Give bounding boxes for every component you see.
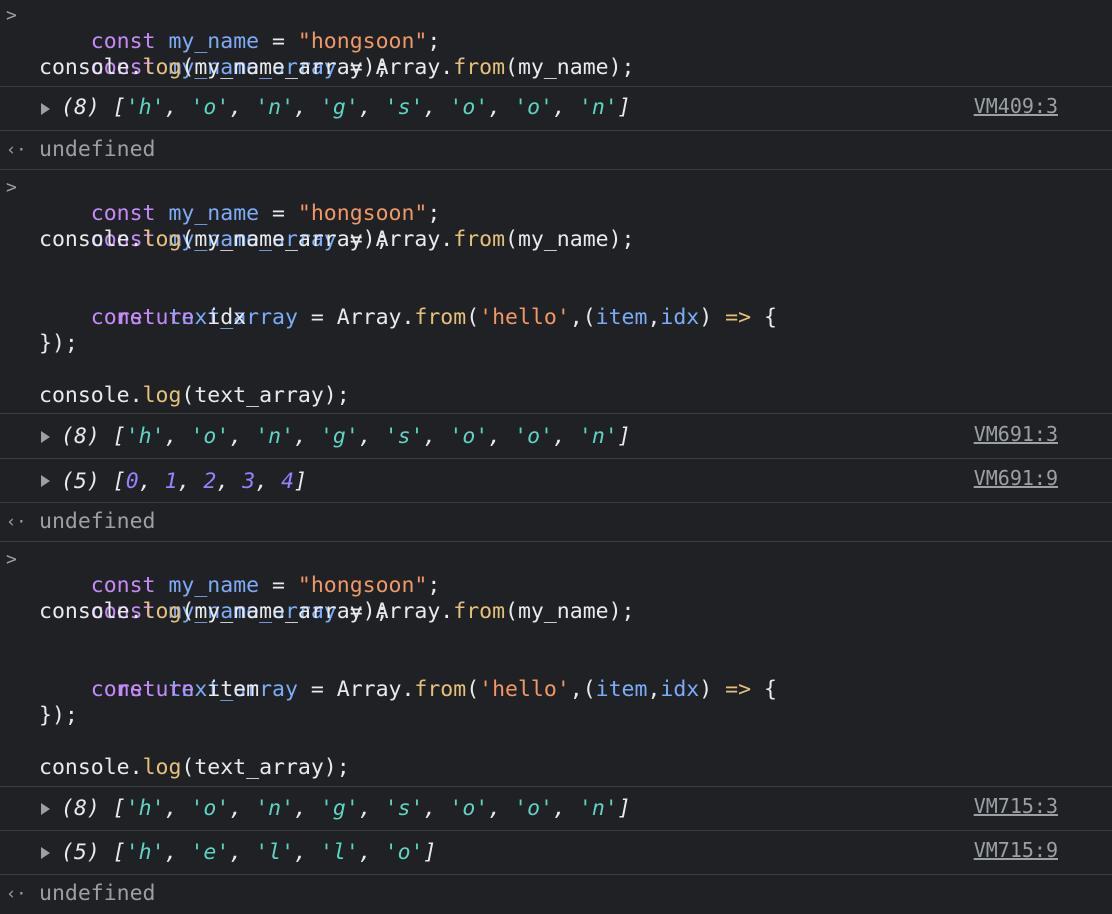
- log-output[interactable]: (8) ['h', 'o', 'n', 'g', 's', 'o', 'o', …: [61, 796, 631, 822]
- chevron-right-icon: >: [6, 177, 17, 198]
- code-line: return item: [116, 677, 260, 702]
- code-line: const my_name_array = Array.from(my_name…: [90, 599, 635, 624]
- return-value: undefined: [39, 137, 156, 162]
- console-return-row: ‹· undefined: [0, 875, 1112, 914]
- code-line: const text_array = Array.from('hello',(i…: [90, 677, 777, 702]
- return-value: undefined: [39, 509, 156, 534]
- log-output[interactable]: (8) ['h', 'o', 'n', 'g', 's', 'o', 'o', …: [61, 95, 631, 121]
- code-line: });: [39, 703, 78, 728]
- expand-triangle-icon[interactable]: [41, 847, 50, 859]
- source-link[interactable]: VM691:9: [974, 465, 1058, 491]
- expand-triangle-icon[interactable]: [41, 803, 50, 815]
- console-output-row[interactable]: (5) ['h', 'e', 'l', 'l', 'o'] VM715:9: [0, 831, 1112, 875]
- expand-triangle-icon[interactable]: [41, 475, 50, 487]
- console-input-row[interactable]: > const my_name = "hongsoon"; const my_n…: [0, 542, 1112, 787]
- expand-triangle-icon[interactable]: [41, 103, 50, 115]
- chevron-right-icon: >: [6, 549, 17, 570]
- source-link[interactable]: VM409:3: [974, 93, 1058, 119]
- console-output-row[interactable]: (8) ['h', 'o', 'n', 'g', 's', 'o', 'o', …: [0, 414, 1112, 459]
- code-line: const text_array = Array.from('hello',(i…: [90, 305, 777, 330]
- console-output-row[interactable]: (8) ['h', 'o', 'n', 'g', 's', 'o', 'o', …: [0, 787, 1112, 831]
- return-arrow-icon: ‹·: [6, 140, 27, 160]
- console-output-row[interactable]: (8) ['h', 'o', 'n', 'g', 's', 'o', 'o', …: [0, 87, 1112, 131]
- return-arrow-icon: ‹·: [6, 884, 27, 904]
- return-value: undefined: [39, 881, 156, 906]
- log-output[interactable]: (8) ['h', 'o', 'n', 'g', 's', 'o', 'o', …: [61, 424, 631, 450]
- code-line: console.log(text_array);: [39, 383, 350, 408]
- chevron-right-icon: >: [6, 5, 17, 26]
- console-input-row[interactable]: > const my_name = "hongsoon"; const my_n…: [0, 0, 1112, 87]
- source-link[interactable]: VM715:3: [974, 793, 1058, 819]
- code-line: console.log(my_name_array);: [39, 55, 389, 80]
- code-line: const my_name = "hongsoon";: [90, 573, 441, 598]
- code-line: console.log(my_name_array);: [39, 227, 389, 252]
- code-line: const my_name_array = Array.from(my_name…: [90, 227, 635, 252]
- source-link[interactable]: VM715:9: [974, 837, 1058, 863]
- code-line: });: [39, 331, 78, 356]
- code-line: return idx: [116, 305, 247, 330]
- code-line: const my_name = "hongsoon";: [90, 201, 441, 226]
- code-line: const my_name = "hongsoon";: [90, 29, 441, 54]
- return-arrow-icon: ‹·: [6, 512, 27, 532]
- code-line: const my_name_array = Array.from(my_name…: [90, 55, 635, 80]
- console-return-row: ‹· undefined: [0, 131, 1112, 170]
- log-output[interactable]: (5) [0, 1, 2, 3, 4]: [61, 469, 307, 495]
- console-output-row[interactable]: (5) [0, 1, 2, 3, 4] VM691:9: [0, 459, 1112, 503]
- source-link[interactable]: VM691:3: [974, 421, 1058, 447]
- code-line: console.log(text_array);: [39, 755, 350, 780]
- code-line: console.log(my_name_array);: [39, 599, 389, 624]
- console-input-row[interactable]: > const my_name = "hongsoon"; const my_n…: [0, 170, 1112, 414]
- log-output[interactable]: (5) ['h', 'e', 'l', 'l', 'o']: [61, 840, 436, 866]
- expand-triangle-icon[interactable]: [41, 431, 50, 443]
- console-return-row: ‹· undefined: [0, 503, 1112, 542]
